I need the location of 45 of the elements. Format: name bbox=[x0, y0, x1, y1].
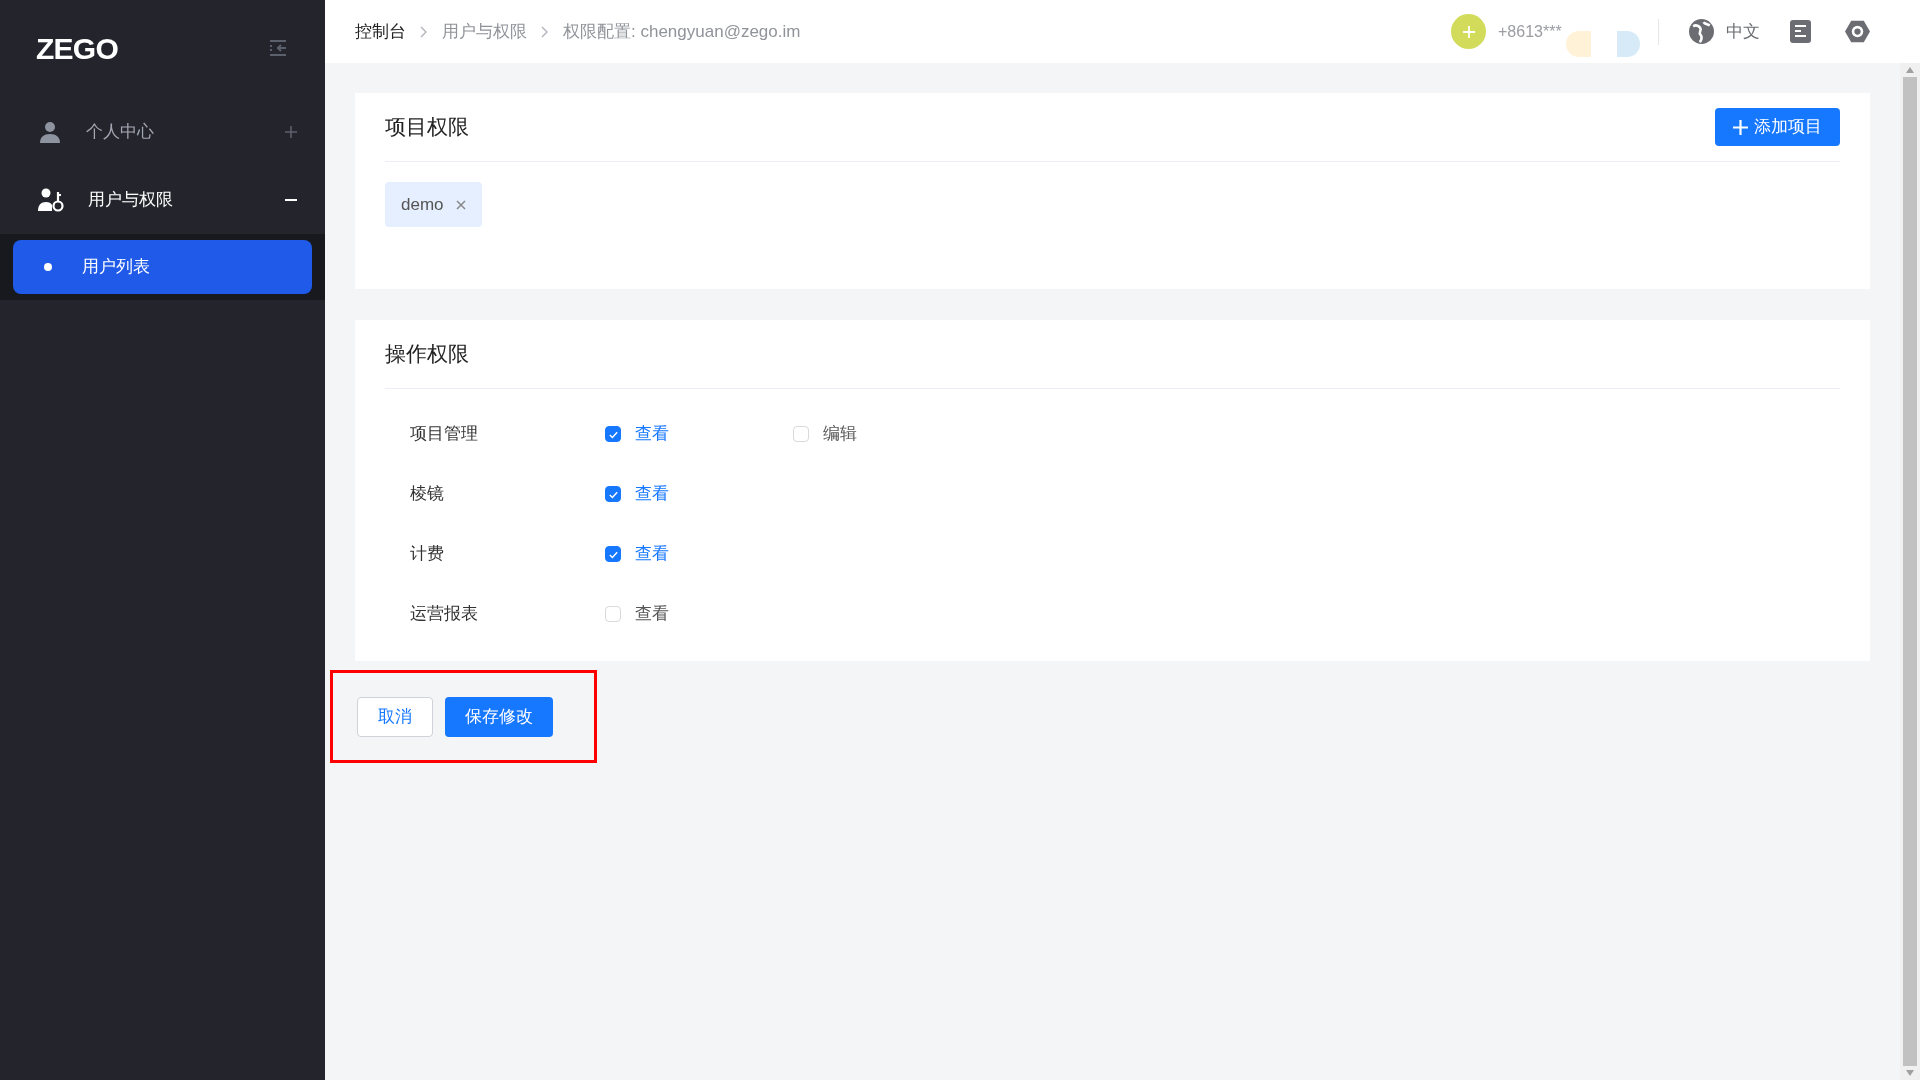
checkbox[interactable] bbox=[605, 426, 621, 442]
section-title: 操作权限 bbox=[385, 341, 469, 368]
person-icon bbox=[38, 120, 62, 144]
checkbox-label[interactable]: 查看 bbox=[635, 421, 669, 447]
collapse-icon[interactable] bbox=[269, 39, 287, 57]
globe-icon bbox=[1689, 19, 1714, 44]
sidebar-subitem[interactable]: 用户列表 bbox=[13, 240, 312, 294]
save-button[interactable]: 保存修改 bbox=[445, 696, 553, 737]
avatar-plus-icon[interactable] bbox=[1451, 14, 1486, 49]
breadcrumb-item: 权限配置: chengyuan@zego.im bbox=[563, 20, 801, 43]
checkbox[interactable] bbox=[605, 486, 621, 502]
cancel-button[interactable]: 取消 bbox=[357, 696, 433, 737]
plus-icon bbox=[285, 126, 297, 138]
checkbox-label[interactable]: 查看 bbox=[635, 481, 669, 507]
logo: ZEGO bbox=[36, 30, 118, 67]
checkbox[interactable] bbox=[605, 546, 621, 562]
phone-number: +8613*** bbox=[1498, 21, 1562, 42]
permission-label: 棱镜 bbox=[410, 483, 445, 506]
checkbox-label[interactable]: 查看 bbox=[635, 541, 669, 567]
close-icon[interactable] bbox=[455, 199, 466, 210]
language-button[interactable]: 中文 bbox=[1689, 18, 1760, 45]
section-title: 项目权限 bbox=[385, 114, 469, 141]
chevron-right-icon bbox=[541, 25, 549, 38]
decor-shape bbox=[1566, 30, 1591, 57]
sidebar-item[interactable]: 用户与权限 bbox=[0, 166, 325, 234]
decor-shape bbox=[1617, 30, 1640, 57]
bullet-icon bbox=[44, 263, 52, 271]
scroll-up-icon[interactable] bbox=[1906, 67, 1914, 73]
tag-label: demo bbox=[401, 193, 444, 216]
person-key-icon bbox=[38, 188, 64, 212]
permission-label: 计费 bbox=[410, 543, 445, 566]
permission-label: 运营报表 bbox=[410, 603, 479, 626]
plus-icon bbox=[1733, 119, 1748, 135]
checkbox-label[interactable]: 编辑 bbox=[823, 421, 857, 447]
settings-icon[interactable] bbox=[1845, 19, 1870, 44]
document-icon[interactable] bbox=[1790, 20, 1811, 43]
breadcrumb-item[interactable]: 控制台 bbox=[355, 18, 406, 45]
add-project-button[interactable]: 添加项目 bbox=[1715, 108, 1840, 146]
scrollbar-thumb[interactable] bbox=[1903, 77, 1917, 1066]
checkbox-label[interactable]: 查看 bbox=[635, 601, 669, 627]
scroll-down-icon[interactable] bbox=[1906, 1070, 1914, 1076]
breadcrumb-item[interactable]: 用户与权限 bbox=[442, 18, 527, 45]
chevron-right-icon bbox=[420, 25, 428, 38]
sidebar-item[interactable]: 个人中心 bbox=[0, 98, 325, 166]
permission-label: 项目管理 bbox=[410, 423, 479, 446]
